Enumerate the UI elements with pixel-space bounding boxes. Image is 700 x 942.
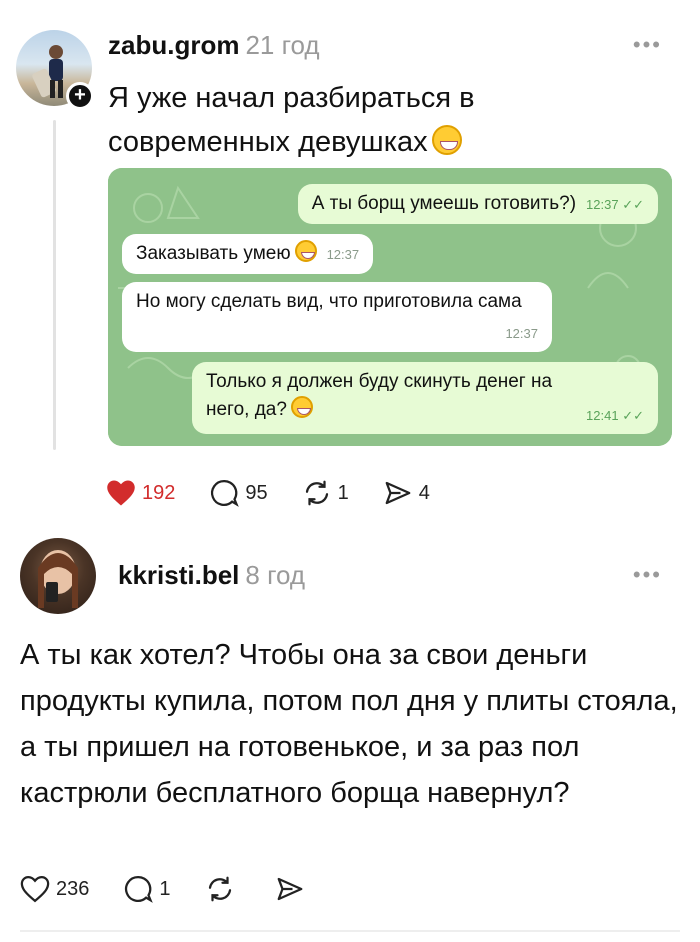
share-count: 4 xyxy=(418,481,430,504)
follow-plus-icon[interactable]: + xyxy=(66,82,94,110)
share-send-icon xyxy=(277,877,302,901)
chat-message-4-time: 12:41 ✓✓ xyxy=(586,408,644,423)
repost-icon xyxy=(208,876,231,902)
more-options-icon[interactable]: ••• xyxy=(633,562,662,588)
comment-bubble-icon xyxy=(125,875,154,903)
comment-button[interactable]: 1 xyxy=(123,874,171,904)
repost-icon xyxy=(305,480,328,506)
share-send-icon xyxy=(385,481,411,505)
post-author[interactable]: zabu.grom 21 год xyxy=(108,30,320,61)
chat-message-4-text: Только я должен буду скинуть денег на не… xyxy=(206,371,553,420)
reply-username[interactable]: kkristi.bel xyxy=(118,560,239,590)
post-actions: 192 95 1 4 xyxy=(106,478,464,508)
rofl-emoji-icon xyxy=(290,396,313,418)
heart-outline-icon xyxy=(20,875,50,903)
chat-message-3-time: 12:37 xyxy=(505,326,538,341)
author-age: 21 год xyxy=(245,30,320,60)
avatar-photo-icon xyxy=(38,550,78,608)
repost-button[interactable] xyxy=(205,874,241,904)
comment-count: 1 xyxy=(159,877,171,900)
heart-filled-icon xyxy=(107,480,135,506)
post-main: + zabu.grom 21 год ••• Я уже начал разбир… xyxy=(0,0,700,530)
chat-message-1-time-text: 12:37 xyxy=(586,197,619,212)
reply-author[interactable]: kkristi.bel 8 год xyxy=(118,560,305,591)
chat-message-2-text: Заказывать умею xyxy=(136,243,291,264)
reply-text: А ты как хотел? Чтобы она за свои деньги… xyxy=(20,639,678,809)
repost-button[interactable]: 1 xyxy=(302,478,349,508)
more-options-icon[interactable]: ••• xyxy=(633,32,662,58)
comment-bubble-icon xyxy=(211,479,240,507)
chat-message-4-body: Только я должен буду скинуть денег на не… xyxy=(206,368,644,424)
chat-message-1-text: А ты борщ умеешь готовить?) xyxy=(311,193,577,214)
chat-screenshot[interactable]: А ты борщ умеешь готовить?) 12:37 ✓✓ Зака… xyxy=(108,168,672,446)
chat-message-incoming-2: Но могу сделать вид, что приготовила сам… xyxy=(122,282,552,352)
post-text-line-1: Я уже начал разбираться в xyxy=(108,82,475,114)
chat-message-4-time-text: 12:41 xyxy=(586,408,619,423)
chat-message-incoming-1: Заказывать умею 12:37 xyxy=(122,234,374,274)
chat-message-outgoing-1: А ты борщ умеешь готовить?) 12:37 ✓✓ xyxy=(297,184,658,224)
chat-message-outgoing-2: Только я должен буду скинуть денег на не… xyxy=(192,362,658,434)
like-button[interactable]: 236 xyxy=(20,875,89,903)
reply-age: 8 год xyxy=(245,560,306,590)
share-button[interactable] xyxy=(275,874,311,904)
comment-button[interactable]: 95 xyxy=(209,478,268,508)
grin-emoji-icon xyxy=(294,240,317,262)
like-count: 236 xyxy=(56,877,90,900)
avatar-kkristi-bel[interactable] xyxy=(20,538,96,614)
chat-message-3-text: Но могу сделать вид, что приготовила сам… xyxy=(136,291,522,312)
thread-line xyxy=(53,120,56,450)
post-text-line-2-text: современных девушках xyxy=(108,126,428,158)
post-text-line-2: современных девушках xyxy=(108,120,648,164)
like-button[interactable]: 192 xyxy=(106,479,175,507)
post-text: Я уже начал разбираться в современных де… xyxy=(108,76,648,164)
divider xyxy=(20,930,680,932)
share-button[interactable]: 4 xyxy=(383,478,430,508)
grin-emoji-icon xyxy=(431,125,462,155)
comment-count: 95 xyxy=(245,481,268,504)
chat-message-1-time: 12:37 ✓✓ xyxy=(586,197,644,212)
repost-count: 1 xyxy=(337,481,349,504)
like-count: 192 xyxy=(142,481,176,504)
chat-message-2-time: 12:37 xyxy=(326,247,360,262)
author-username[interactable]: zabu.grom xyxy=(108,30,239,60)
reply-actions: 236 1 xyxy=(20,874,345,904)
